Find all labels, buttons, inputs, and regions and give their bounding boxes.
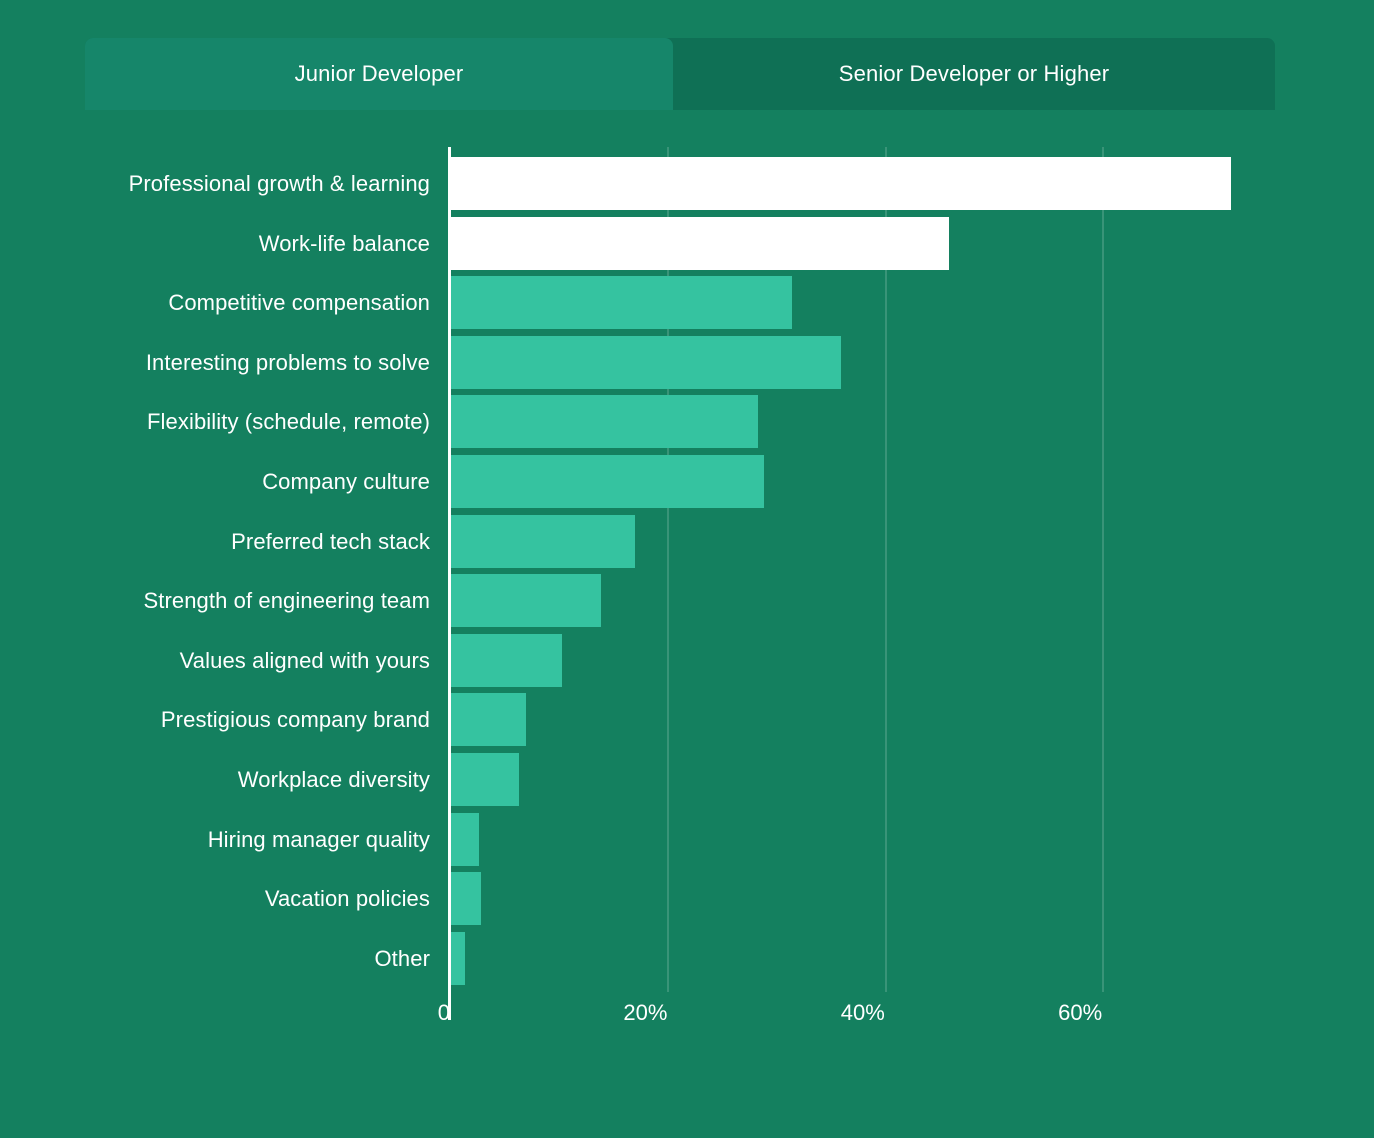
bar[interactable] bbox=[451, 455, 765, 508]
chart-row: Interesting problems to solve bbox=[0, 335, 1374, 396]
category-label: Professional growth & learning bbox=[128, 171, 430, 196]
category-label: Values aligned with yours bbox=[179, 647, 430, 673]
x-tick-40: 40% bbox=[840, 1000, 885, 1025]
x-tick-60: 60% bbox=[1058, 1000, 1103, 1025]
chart-row: Competitive compensation bbox=[0, 276, 1374, 336]
bar[interactable] bbox=[451, 633, 562, 687]
chart-row: Values aligned with yours bbox=[0, 633, 1374, 694]
category-label: Interesting problems to solve bbox=[145, 349, 430, 375]
category-label: Competitive compensation bbox=[168, 290, 430, 316]
chart-row: Strength of engineering team bbox=[0, 574, 1374, 634]
bar-chart: Professional growth & learning Work-life … bbox=[0, 0, 1374, 1138]
category-label: Prestigious company brand bbox=[160, 707, 430, 733]
category-label: Company culture bbox=[262, 469, 430, 494]
bar[interactable] bbox=[451, 157, 1232, 210]
category-label: Work-life balance bbox=[258, 230, 430, 256]
bar[interactable] bbox=[451, 276, 793, 330]
bar[interactable] bbox=[451, 395, 758, 449]
chart-row: Professional growth & learning bbox=[0, 157, 1374, 217]
bar[interactable] bbox=[451, 753, 520, 806]
bar[interactable] bbox=[451, 216, 949, 270]
chart-row: Company culture bbox=[0, 455, 1374, 515]
chart-row: Hiring manager quality bbox=[0, 812, 1374, 873]
category-label: Vacation policies bbox=[264, 886, 430, 912]
chart-row: Other bbox=[0, 931, 1374, 992]
bar[interactable] bbox=[451, 693, 526, 747]
category-label: Flexibility (schedule, remote) bbox=[147, 409, 430, 435]
bar[interactable] bbox=[451, 812, 480, 866]
bar[interactable] bbox=[451, 872, 482, 926]
chart-row: Flexibility (schedule, remote) bbox=[0, 395, 1374, 455]
bar[interactable] bbox=[451, 574, 601, 628]
bar[interactable] bbox=[451, 335, 842, 389]
bar[interactable] bbox=[451, 514, 635, 568]
x-tick-0: 0 bbox=[437, 1000, 450, 1025]
chart-row: Prestigious company brand bbox=[0, 693, 1374, 753]
category-label: Strength of engineering team bbox=[143, 588, 430, 614]
chart-row: Work-life balance bbox=[0, 216, 1374, 277]
chart-row: Preferred tech stack bbox=[0, 514, 1374, 575]
chart-row: Workplace diversity bbox=[0, 753, 1374, 813]
category-label: Preferred tech stack bbox=[231, 528, 430, 554]
category-label: Workplace diversity bbox=[237, 767, 430, 792]
bar[interactable] bbox=[451, 931, 466, 985]
category-label: Other bbox=[374, 945, 430, 971]
x-tick-20: 20% bbox=[623, 1000, 668, 1025]
chart-row: Vacation policies bbox=[0, 872, 1374, 932]
category-label: Hiring manager quality bbox=[207, 826, 430, 852]
